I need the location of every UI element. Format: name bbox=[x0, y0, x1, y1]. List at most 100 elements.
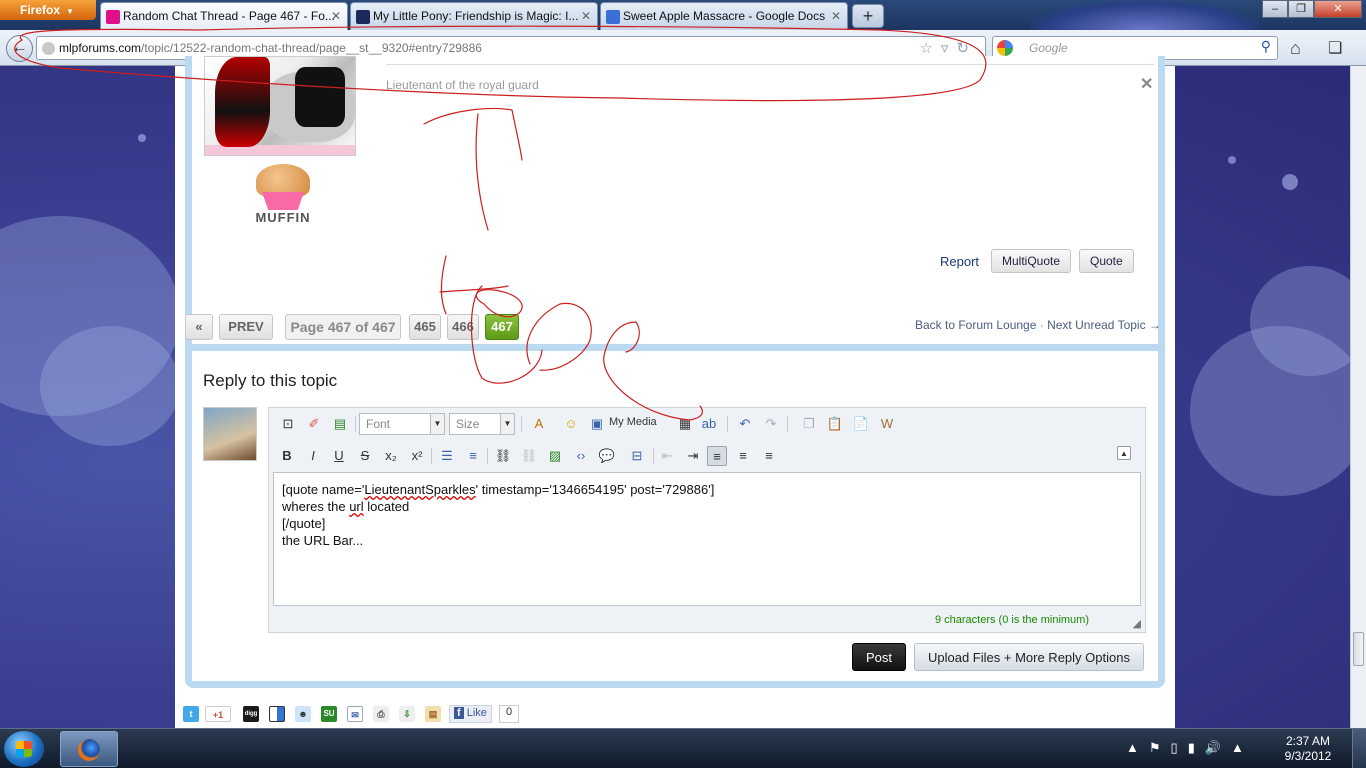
first-page-button[interactable]: « bbox=[185, 314, 213, 340]
page-link-467[interactable]: 467 bbox=[485, 314, 519, 340]
strikethrough-icon[interactable]: S bbox=[355, 446, 375, 466]
page-link-465[interactable]: 465 bbox=[409, 314, 441, 340]
outdent-icon[interactable]: ⇤ bbox=[657, 446, 677, 466]
link-icon[interactable]: ⛓ bbox=[493, 446, 513, 466]
firefox-menu-button[interactable]: Firefox ▼ bbox=[0, 0, 96, 20]
paste-icon[interactable]: 📋 bbox=[825, 414, 845, 434]
size-select[interactable]: Size ▼ bbox=[449, 413, 515, 435]
media-icon[interactable]: ▣ bbox=[587, 414, 607, 434]
new-tab-button[interactable]: + bbox=[852, 4, 884, 28]
reload-icon[interactable]: ↻ bbox=[956, 40, 977, 57]
more-reply-options-button[interactable]: Upload Files + More Reply Options bbox=[914, 643, 1144, 671]
bookmarks-icon[interactable]: ❏ bbox=[1328, 38, 1342, 58]
close-icon[interactable]: ✕ bbox=[1140, 74, 1153, 94]
search-icon[interactable]: ⚲ bbox=[1261, 38, 1271, 55]
align-left-icon[interactable]: ≡ bbox=[707, 446, 727, 466]
subscript-icon[interactable]: x₂ bbox=[381, 446, 401, 466]
paste-text-icon[interactable]: 📄 bbox=[851, 414, 871, 434]
close-window-button[interactable]: ✕ bbox=[1314, 0, 1362, 18]
back-button[interactable]: ← bbox=[6, 35, 33, 62]
multiquote-button[interactable]: MultiQuote bbox=[991, 249, 1072, 273]
special-chars-icon[interactable]: ▤ bbox=[330, 414, 350, 434]
copy-icon[interactable]: ❐ bbox=[799, 414, 819, 434]
digg-icon[interactable]: digg bbox=[243, 706, 259, 722]
resize-handle-icon[interactable]: ◢ bbox=[1133, 617, 1141, 630]
emoticon-icon[interactable]: ☺ bbox=[561, 414, 581, 434]
google-plus-icon[interactable]: +1 bbox=[205, 706, 231, 722]
tab-random-chat[interactable]: Random Chat Thread - Page 467 - Fo... ✕ bbox=[100, 2, 348, 30]
eraser-icon[interactable]: ✐ bbox=[304, 414, 324, 434]
stumbleupon-icon[interactable]: SU bbox=[321, 706, 337, 722]
toolbar-separator bbox=[727, 416, 728, 432]
maximize-button[interactable]: ❐ bbox=[1288, 0, 1314, 18]
page-jump[interactable]: Page 467 of 467 bbox=[285, 314, 401, 340]
google-icon[interactable] bbox=[997, 40, 1013, 56]
collapse-toolbar-icon[interactable]: ▲ bbox=[1117, 446, 1131, 460]
page-scrollbar[interactable] bbox=[1350, 66, 1366, 728]
show-desktop-button[interactable] bbox=[1352, 729, 1366, 768]
print-icon[interactable]: ⎙ bbox=[373, 706, 389, 722]
back-to-forum-link[interactable]: Back to Forum Lounge bbox=[915, 318, 1036, 332]
close-icon[interactable]: ✕ bbox=[331, 9, 341, 23]
google-drive-icon[interactable]: ▲ bbox=[1231, 740, 1254, 755]
tab-mlp-fim[interactable]: My Little Pony: Friendship is Magic: I..… bbox=[350, 2, 598, 30]
italic-icon[interactable]: I bbox=[303, 446, 323, 466]
close-icon[interactable]: ✕ bbox=[581, 9, 591, 23]
delicious-icon[interactable] bbox=[269, 706, 285, 722]
reddit-icon[interactable]: ☻ bbox=[295, 706, 311, 722]
video-icon[interactable]: ▦ bbox=[675, 414, 695, 434]
tray-expand-icon[interactable]: ▲ bbox=[1126, 740, 1149, 755]
bulleted-list-icon[interactable]: ☰ bbox=[437, 446, 457, 466]
taskbar-firefox[interactable] bbox=[60, 731, 118, 767]
volume-icon[interactable]: 🔊 bbox=[1205, 740, 1231, 755]
redo-icon[interactable]: ↷ bbox=[761, 414, 781, 434]
bold-icon[interactable]: B bbox=[277, 446, 297, 466]
page-link-466[interactable]: 466 bbox=[447, 314, 479, 340]
user-avatar[interactable] bbox=[203, 407, 257, 461]
unlink-icon[interactable]: ⛓ bbox=[519, 446, 539, 466]
twitter-icon[interactable]: t bbox=[183, 706, 199, 722]
post-button[interactable]: Post bbox=[852, 643, 907, 671]
email-icon[interactable]: ✉ bbox=[347, 706, 363, 722]
numbered-list-icon[interactable]: ≡ bbox=[463, 446, 483, 466]
clock[interactable]: 2:37 AM 9/3/2012 bbox=[1278, 734, 1338, 764]
indent-icon[interactable]: ⇥ bbox=[683, 446, 703, 466]
site-identity-icon[interactable] bbox=[42, 42, 55, 55]
url-host: mlpforums.com bbox=[59, 41, 142, 55]
font-select[interactable]: Font ▼ bbox=[359, 413, 445, 435]
align-center-icon[interactable]: ≡ bbox=[733, 446, 753, 466]
spellcheck-icon[interactable]: ab bbox=[699, 414, 719, 434]
my-media-label[interactable]: My Media bbox=[609, 416, 657, 428]
network-icon[interactable]: ▮ bbox=[1188, 740, 1205, 755]
quote-button[interactable]: Quote bbox=[1079, 249, 1134, 273]
download-icon[interactable]: ⇩ bbox=[399, 706, 415, 722]
superscript-icon[interactable]: x² bbox=[407, 446, 427, 466]
dropdown-arrow-icon[interactable]: ▿ bbox=[941, 40, 957, 57]
blog-icon[interactable]: ▤ bbox=[425, 706, 441, 722]
flag-icon[interactable]: ⚑ bbox=[1149, 740, 1171, 755]
underline-icon[interactable]: U bbox=[329, 446, 349, 466]
scrollbar-thumb[interactable] bbox=[1353, 632, 1364, 666]
minimize-button[interactable]: ‒ bbox=[1262, 0, 1288, 18]
spoiler-icon[interactable]: ⊟ bbox=[627, 446, 647, 466]
home-icon[interactable]: ⌂ bbox=[1290, 38, 1301, 59]
next-unread-link[interactable]: Next Unread Topic → bbox=[1047, 318, 1161, 332]
paste-word-icon[interactable]: W bbox=[877, 414, 897, 434]
report-link[interactable]: Report bbox=[940, 254, 979, 269]
align-right-icon[interactable]: ≡ bbox=[759, 446, 779, 466]
start-button[interactable] bbox=[4, 731, 44, 767]
undo-icon[interactable]: ↶ bbox=[735, 414, 755, 434]
bookmark-star-icon[interactable]: ☆ bbox=[919, 40, 940, 57]
device-icon[interactable]: ▯ bbox=[1171, 740, 1188, 755]
close-icon[interactable]: ✕ bbox=[831, 9, 841, 23]
image-icon[interactable]: ▨ bbox=[545, 446, 565, 466]
poster-avatar[interactable] bbox=[204, 56, 356, 156]
quote-bubble-icon[interactable]: 💬 bbox=[597, 446, 617, 466]
reply-textarea[interactable]: [quote name='LieutenantSparkles' timesta… bbox=[273, 472, 1141, 606]
text-color-icon[interactable]: A bbox=[529, 414, 549, 434]
code-icon[interactable]: ‹› bbox=[571, 446, 591, 466]
source-mode-icon[interactable]: ⊡ bbox=[278, 414, 298, 434]
tab-google-docs[interactable]: Sweet Apple Massacre - Google Docs ✕ bbox=[600, 2, 848, 30]
prev-page-button[interactable]: PREV bbox=[219, 314, 273, 340]
facebook-like-button[interactable]: f Like bbox=[449, 705, 492, 723]
